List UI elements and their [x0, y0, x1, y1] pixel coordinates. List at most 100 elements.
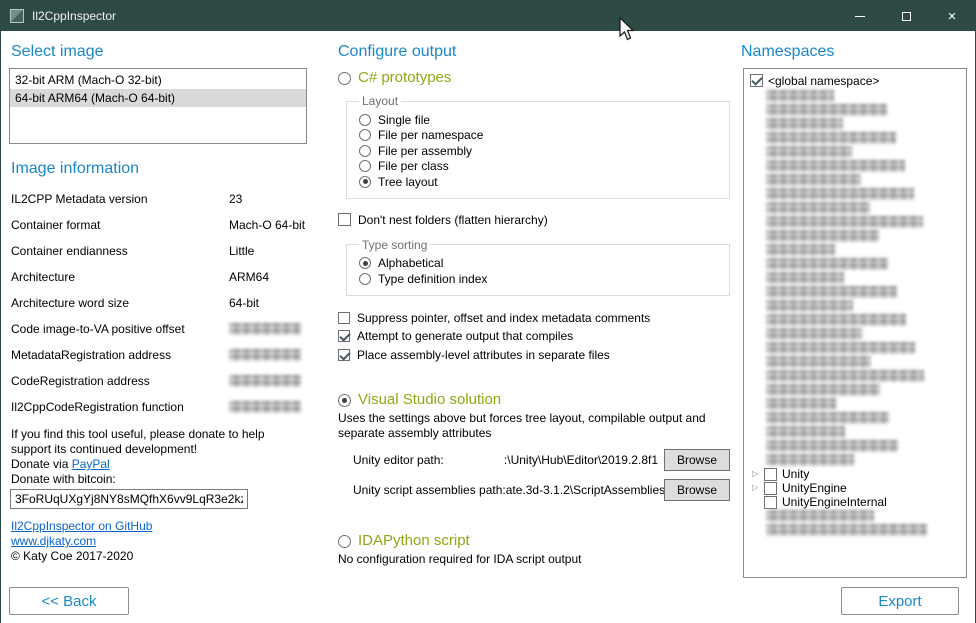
info-label: CodeRegistration address [11, 374, 229, 388]
namespace-item-redacted[interactable] [748, 341, 962, 355]
info-label: Il2CppCodeRegistration function [11, 400, 229, 414]
radio-label: File per class [378, 159, 449, 173]
redacted-text [766, 202, 870, 214]
namespace-item-redacted[interactable] [748, 257, 962, 271]
namespace-item-redacted[interactable] [748, 355, 962, 369]
namespace-item-redacted[interactable] [748, 313, 962, 327]
namespace-item-redacted[interactable] [748, 215, 962, 229]
checkbox-icon[interactable] [764, 482, 777, 495]
namespace-item-redacted[interactable] [748, 117, 962, 131]
image-list-item[interactable]: 32-bit ARM (Mach-O 32-bit) [10, 71, 306, 89]
flatten-hierarchy-checkbox[interactable]: Don't nest folders (flatten hierarchy) [338, 212, 730, 228]
namespace-label: Unity [782, 467, 809, 481]
bitcoin-address-input[interactable] [10, 489, 248, 509]
namespace-item-redacted[interactable] [748, 159, 962, 173]
export-button[interactable]: Export [841, 587, 959, 615]
layout-option[interactable]: Tree layout [359, 174, 719, 190]
website-link[interactable]: www.djkaty.com [11, 534, 96, 548]
namespace-item[interactable]: ▷UnityEngine [748, 481, 962, 495]
unity-editor-path-value[interactable]: :\Unity\Hub\Editor\2019.2.8f1 [444, 453, 664, 467]
output-type-csharp-radio[interactable]: C# prototypes [338, 69, 730, 86]
checkbox-icon[interactable] [750, 74, 763, 87]
paypal-link[interactable]: PayPal [72, 457, 110, 471]
output-checkbox[interactable]: Suppress pointer, offset and index metad… [338, 309, 730, 328]
namespace-item-redacted[interactable] [748, 299, 962, 313]
namespace-item-redacted[interactable] [748, 229, 962, 243]
namespace-item-redacted[interactable] [748, 411, 962, 425]
namespace-item-redacted[interactable] [748, 285, 962, 299]
redacted-text [766, 174, 861, 186]
unity-script-assemblies-path-row: Unity script assemblies path: ate.3d-3.1… [353, 479, 730, 501]
image-list-item[interactable]: 64-bit ARM64 (Mach-O 64-bit) [10, 89, 306, 107]
namespace-item-redacted[interactable] [748, 439, 962, 453]
radio-label: Alphabetical [378, 256, 443, 270]
layout-options: Single fileFile per namespaceFile per as… [359, 112, 719, 190]
namespace-item-redacted[interactable] [748, 187, 962, 201]
layout-option[interactable]: File per assembly [359, 143, 719, 159]
checkbox-label: Suppress pointer, offset and index metad… [357, 311, 650, 325]
checkbox-icon [338, 213, 351, 226]
namespace-item-redacted[interactable] [748, 397, 962, 411]
output-type-ida-radio[interactable]: IDAPython script [338, 532, 730, 549]
browse-unity-editor-button[interactable]: Browse [664, 449, 730, 471]
namespace-item-redacted[interactable] [748, 425, 962, 439]
checkbox-icon [338, 349, 350, 361]
select-image-heading: Select image [11, 43, 307, 61]
namespace-item-global[interactable]: <global namespace> [748, 72, 962, 89]
namespace-item-redacted[interactable] [748, 271, 962, 285]
title-bar[interactable]: Il2CppInspector × [1, 1, 975, 31]
namespace-item-redacted[interactable] [748, 173, 962, 187]
output-checkbox[interactable]: Place assembly-level attributes in separ… [338, 346, 730, 365]
namespace-item-redacted[interactable] [748, 383, 962, 397]
expander-icon[interactable]: ▷ [752, 468, 764, 480]
namespaces-heading: Namespaces [741, 43, 967, 61]
expander-icon[interactable]: ▷ [752, 482, 764, 494]
namespace-item-redacted[interactable] [748, 523, 962, 537]
github-link[interactable]: Il2CppInspector on GitHub [11, 519, 152, 533]
namespace-item[interactable]: ▷ Unity [748, 467, 962, 481]
sorting-option[interactable]: Type definition index [359, 271, 719, 287]
namespace-item-redacted[interactable] [748, 453, 962, 467]
redacted-text [766, 258, 888, 270]
browse-script-assemblies-button[interactable]: Browse [664, 479, 730, 501]
checkbox-icon[interactable] [764, 496, 777, 509]
maximize-icon [902, 12, 911, 21]
namespace-item-redacted[interactable] [748, 145, 962, 159]
close-button[interactable]: × [929, 1, 975, 31]
back-button[interactable]: << Back [9, 587, 129, 615]
namespace-item-redacted[interactable] [748, 103, 962, 117]
output-checkbox[interactable]: Attempt to generate output that compiles [338, 327, 730, 346]
namespace-item-redacted[interactable] [748, 509, 962, 523]
sorting-option[interactable]: Alphabetical [359, 256, 719, 272]
minimize-icon [855, 16, 865, 17]
minimize-button[interactable] [837, 1, 883, 31]
radio-label: Type definition index [378, 272, 487, 286]
layout-option[interactable]: File per namespace [359, 128, 719, 144]
copyright-text: © Katy Coe 2017-2020 [11, 549, 307, 564]
namespace-item-redacted[interactable] [748, 327, 962, 341]
donate-paypal-line: Donate via PayPal [11, 457, 307, 472]
redacted-text [766, 230, 879, 242]
layout-option[interactable]: Single file [359, 112, 719, 128]
info-row: Architecture word size64-bit [11, 290, 307, 316]
idapython-script-label: IDAPython script [358, 532, 470, 549]
output-type-vs-radio[interactable]: Visual Studio solution [338, 391, 730, 408]
namespace-redacted-after [748, 509, 962, 537]
namespace-tree[interactable]: <global namespace> ▷ Unity▷UnityEngineUni… [743, 68, 967, 578]
image-list[interactable]: 32-bit ARM (Mach-O 32-bit)64-bit ARM64 (… [9, 68, 307, 144]
namespace-item-redacted[interactable] [748, 131, 962, 145]
layout-option[interactable]: File per class [359, 159, 719, 175]
namespace-item-redacted[interactable] [748, 243, 962, 257]
namespace-item-redacted[interactable] [748, 89, 962, 103]
namespace-item-redacted[interactable] [748, 201, 962, 215]
window-title: Il2CppInspector [32, 9, 116, 23]
namespace-item-redacted[interactable] [748, 369, 962, 383]
unity-script-assemblies-value[interactable]: ate.3d-3.1.2\ScriptAssemblies [506, 483, 664, 497]
checkbox-icon[interactable] [764, 468, 777, 481]
radio-icon [359, 160, 371, 172]
info-row: MetadataRegistration address [11, 342, 307, 368]
namespace-label: UnityEngineInternal [782, 495, 887, 509]
maximize-button[interactable] [883, 1, 929, 31]
close-icon: × [948, 9, 957, 24]
namespace-item[interactable]: UnityEngineInternal [748, 495, 962, 509]
